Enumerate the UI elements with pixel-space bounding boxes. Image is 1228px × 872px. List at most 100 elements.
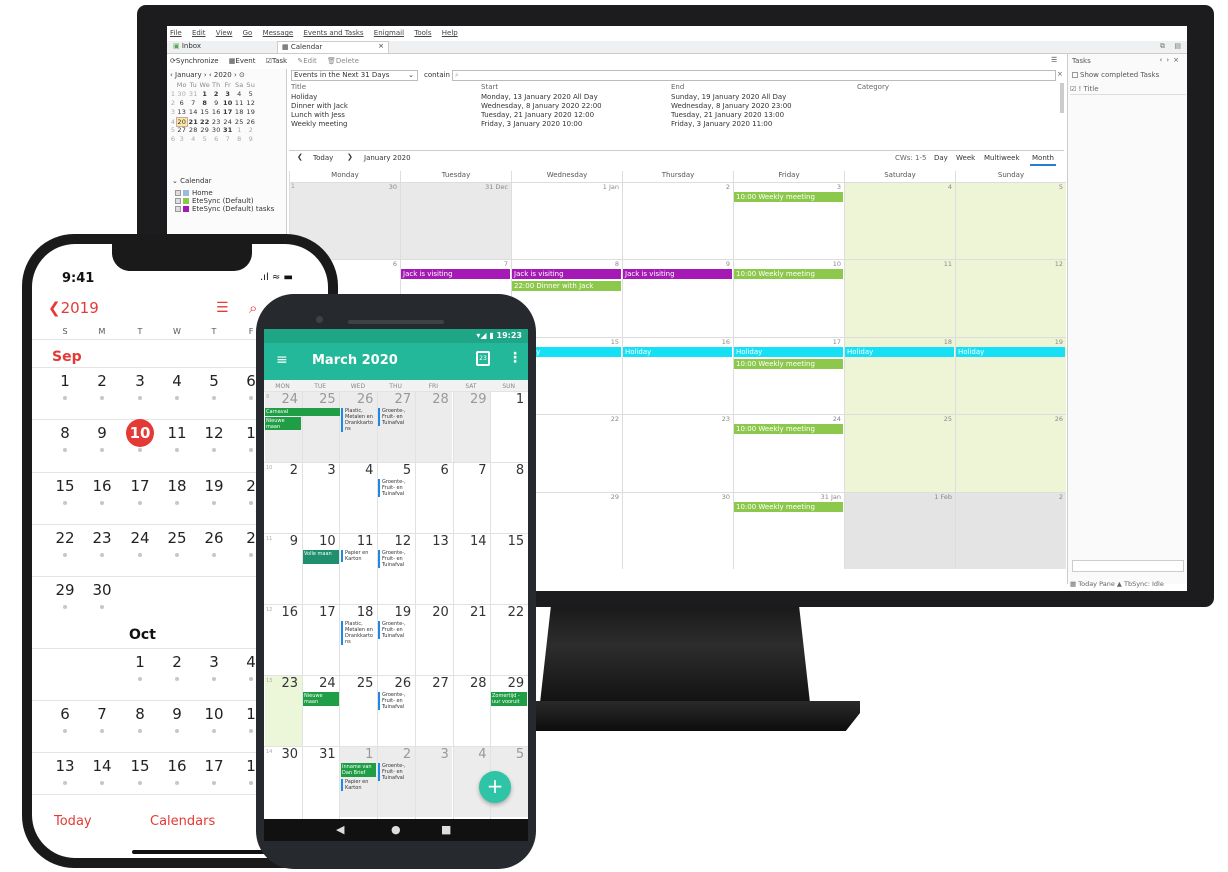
calendar-item-etesync[interactable]: EteSync (Default): [175, 197, 274, 205]
minimonth-day[interactable]: 6: [211, 135, 223, 143]
day-number[interactable]: 14: [87, 757, 117, 775]
prev-month-icon[interactable]: ‹: [170, 71, 173, 79]
calendar-event[interactable]: Groente-, Fruit- en Tuinafval: [378, 621, 413, 639]
event-list-row[interactable]: Holiday Monday, 13 January 2020 All Day Su…: [291, 93, 1061, 102]
day-number[interactable]: 3: [125, 372, 155, 390]
calendar-event[interactable]: Groente-, Fruit- en Tuinafval: [378, 408, 413, 426]
calendar-event[interactable]: Volle maan: [303, 550, 339, 564]
day-number[interactable]: 31: [302, 747, 336, 762]
chevron-down-icon[interactable]: ⌄: [172, 177, 178, 185]
day-cell[interactable]: 23: [622, 414, 733, 492]
day-number[interactable]: 5: [490, 747, 524, 762]
calendar-event[interactable]: Papier en Karton: [341, 779, 376, 791]
day-number[interactable]: 28: [453, 676, 487, 691]
minimonth-day[interactable]: 31: [222, 126, 234, 134]
minimonth-day[interactable]: 17: [222, 108, 234, 116]
day-number[interactable]: 14: [453, 534, 487, 549]
view-week[interactable]: Week: [956, 154, 975, 162]
day-number[interactable]: 19: [377, 605, 412, 620]
day-number[interactable]: 2: [377, 747, 411, 762]
menu-view[interactable]: View: [216, 29, 233, 37]
close-tab-icon[interactable]: ×: [378, 42, 384, 50]
home-circle-icon[interactable]: ●: [391, 823, 401, 836]
day-cell[interactable]: 26: [955, 414, 1066, 492]
day-number[interactable]: 1: [125, 653, 155, 671]
show-completed-checkbox[interactable]: Show completed Tasks: [1072, 71, 1159, 79]
calendar-event[interactable]: Groente-, Fruit- en Tuinafval: [378, 479, 413, 497]
minimonth-day[interactable]: 13: [176, 108, 188, 116]
calendar-event[interactable]: Holiday: [956, 347, 1065, 357]
day-number[interactable]: 8: [50, 424, 80, 442]
event-list-row[interactable]: Dinner with Jack Wednesday, 8 January 202…: [291, 102, 1061, 111]
hamburger-menu-icon[interactable]: ≡: [276, 352, 288, 368]
day-number[interactable]: 7: [87, 705, 117, 723]
event-list-row[interactable]: Lunch with Jess Tuesday, 21 January 2020 …: [291, 111, 1061, 120]
minimonth-day[interactable]: 19: [245, 108, 257, 116]
calendar-event[interactable]: Jack is visiting: [401, 269, 510, 279]
minimonth-day[interactable]: 5: [245, 90, 257, 98]
calendar-item-home[interactable]: Home: [175, 189, 274, 197]
minimonth-day[interactable]: 18: [234, 108, 246, 116]
day-number[interactable]: 23: [87, 529, 117, 547]
menu-events-tasks[interactable]: Events and Tasks: [303, 29, 363, 37]
window-tile-icon[interactable]: ▤: [1174, 42, 1181, 50]
day-number[interactable]: 5: [199, 372, 229, 390]
day-cell[interactable]: 2: [955, 492, 1066, 569]
day-number[interactable]: 12: [199, 424, 229, 442]
minimonth-day[interactable]: 12: [245, 99, 257, 107]
today-button[interactable]: Today: [313, 154, 333, 162]
day-number[interactable]: 27: [415, 676, 449, 691]
day-number[interactable]: 16: [87, 477, 117, 495]
today-circle-icon[interactable]: ⊙: [239, 71, 245, 79]
list-view-icon[interactable]: ☰: [216, 300, 229, 316]
day-number[interactable]: 11: [339, 534, 374, 549]
minimonth-day[interactable]: 25: [234, 118, 246, 126]
tasks-column-header[interactable]: ☑ ! Title: [1070, 85, 1186, 95]
minimonth-day[interactable]: 8: [199, 99, 211, 107]
day-number[interactable]: 13: [415, 534, 449, 549]
minimonth-day[interactable]: 10: [222, 99, 234, 107]
delete-button[interactable]: 🗑Delete: [327, 57, 359, 65]
day-number[interactable]: 4: [162, 372, 192, 390]
calendars-button[interactable]: Calendars: [150, 814, 215, 829]
menu-go[interactable]: Go: [243, 29, 253, 37]
calendar-event[interactable]: Holiday: [623, 347, 732, 357]
day-number[interactable]: 11: [162, 424, 192, 442]
day-number[interactable]: 19: [199, 477, 229, 495]
day-number[interactable]: 24: [302, 676, 336, 691]
calendar-event[interactable]: Nieuwe maan: [303, 692, 339, 706]
day-number[interactable]: 25: [339, 676, 374, 691]
new-event-button[interactable]: ▦Event: [229, 57, 256, 65]
event-list-scrollbar[interactable]: [1060, 83, 1064, 113]
day-number[interactable]: 20: [415, 605, 449, 620]
calendar-event[interactable]: 10:00 Weekly meeting: [734, 359, 843, 369]
menu-edit[interactable]: Edit: [192, 29, 206, 37]
day-number[interactable]: 15: [50, 477, 80, 495]
minimonth-day[interactable]: 30: [176, 90, 188, 98]
calendar-event[interactable]: Zomertijd - uur vooruit: [491, 692, 527, 706]
range-select[interactable]: Events in the Next 31 Days ⌄: [291, 70, 418, 81]
day-number[interactable]: 29: [50, 581, 80, 599]
day-number[interactable]: 25: [302, 392, 336, 407]
minimonth-day[interactable]: 26: [245, 118, 257, 126]
search-input[interactable]: ⌕: [452, 70, 1056, 81]
day-number[interactable]: 5: [377, 463, 411, 478]
day-number[interactable]: 1: [50, 372, 80, 390]
day-cell[interactable]: 11: [844, 259, 955, 337]
calendar-event[interactable]: Jack is visiting: [512, 269, 621, 279]
calendar-event[interactable]: 10:00 Weekly meeting: [734, 424, 843, 434]
day-number[interactable]: 26: [199, 529, 229, 547]
hamburger-menu-icon[interactable]: ☰: [1051, 56, 1057, 64]
minimonth-day[interactable]: 1: [199, 90, 211, 98]
day-number[interactable]: 26: [339, 392, 374, 407]
day-number[interactable]: 16: [162, 757, 192, 775]
minimonth-day[interactable]: 30: [211, 126, 223, 134]
day-number[interactable]: 9: [162, 705, 192, 723]
event-list-row[interactable]: Weekly meeting Friday, 3 January 2020 10:…: [291, 120, 1061, 129]
minimonth-day[interactable]: 4: [234, 90, 246, 98]
minimonth-day[interactable]: 1: [234, 126, 246, 134]
next-icon[interactable]: ❯: [347, 153, 353, 161]
tab-calendar[interactable]: ▦ Calendar ×: [277, 41, 389, 53]
day-number[interactable]: 7: [453, 463, 486, 478]
day-cell[interactable]: 30: [622, 492, 733, 569]
